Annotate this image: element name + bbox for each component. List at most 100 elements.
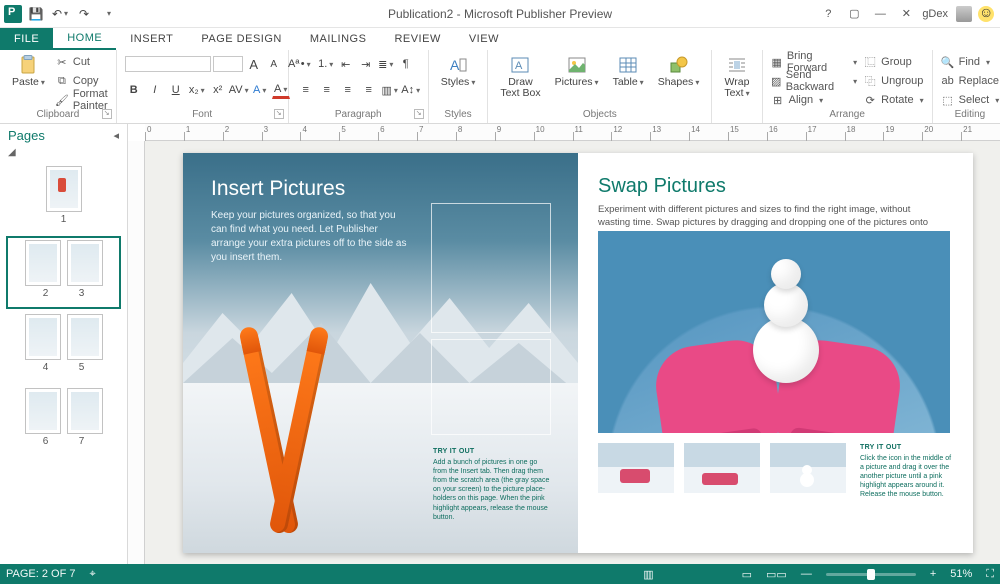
select-label: Select [959, 94, 990, 106]
close-button[interactable]: ✕ [896, 6, 916, 22]
canvas[interactable]: Insert Pictures Keep your pictures organ… [145, 141, 1000, 564]
char-spacing-button[interactable]: AV [230, 81, 248, 99]
justify-button[interactable]: ≡ [360, 81, 378, 99]
ruler-vertical[interactable] [128, 141, 145, 564]
font-family-input[interactable] [125, 56, 211, 72]
format-painter-button[interactable]: 🖌Format Painter [55, 91, 108, 109]
underline-button[interactable]: U [167, 81, 185, 99]
tab-insert[interactable]: INSERT [116, 28, 187, 50]
replace-button[interactable]: abReplace [941, 72, 1000, 90]
picture-placeholder-1[interactable] [431, 203, 551, 333]
align-right-button[interactable]: ≡ [339, 81, 357, 99]
qat-redo-button[interactable]: ↷ [74, 4, 94, 24]
zoom-slider-thumb[interactable] [867, 569, 875, 580]
select-button[interactable]: ⬚Select [941, 91, 1000, 109]
page-thumb-7[interactable] [67, 388, 103, 434]
text-effects-button[interactable]: A [251, 81, 269, 99]
view-single-page-button[interactable]: ▭ [742, 568, 752, 581]
qat-customize-button[interactable] [98, 4, 118, 24]
grow-font-button[interactable]: A [245, 55, 263, 73]
align-left-button[interactable]: ≡ [297, 81, 315, 99]
superscript-button[interactable]: x² [209, 81, 227, 99]
page-thumb-1[interactable] [46, 166, 82, 212]
group-styles: A Styles Styles [429, 50, 489, 123]
page-spread[interactable]: Insert Pictures Keep your pictures organ… [183, 153, 973, 553]
rotate-button[interactable]: ⟳Rotate [863, 91, 923, 109]
tab-page-design[interactable]: PAGE DESIGN [187, 28, 295, 50]
draw-textbox-button[interactable]: ADraw Text Box [496, 53, 544, 101]
minimize-button[interactable]: — [870, 6, 890, 22]
page-indicator[interactable]: PAGE: 2 OF 7 [6, 568, 76, 580]
bring-forward-icon: ▦ [771, 55, 783, 69]
pointer-mode-icon[interactable]: ⌖ [90, 568, 96, 581]
numbering-button[interactable]: 1. [317, 55, 335, 73]
zoom-in-button[interactable]: + [930, 568, 936, 580]
page-thumb-2[interactable] [25, 240, 61, 286]
caret-position-icon[interactable]: ▥ [643, 568, 653, 581]
cut-button[interactable]: ✂Cut [55, 53, 108, 71]
bold-button[interactable]: B [125, 81, 143, 99]
tab-review[interactable]: REVIEW [380, 28, 454, 50]
pages-panel-collapse-button[interactable]: ◂ [113, 129, 119, 142]
columns-button[interactable]: ▥ [381, 81, 399, 99]
ruler-horizontal[interactable]: 012345678910111213141516171819202122 [145, 124, 1000, 141]
align-center-button[interactable]: ≡ [318, 81, 336, 99]
view-two-page-button[interactable]: ▭▭ [766, 568, 787, 581]
increase-indent-button[interactable]: ⇥ [357, 55, 375, 73]
decrease-indent-button[interactable]: ⇤ [337, 55, 355, 73]
clipboard-launcher[interactable]: ↘ [102, 109, 112, 119]
group-label: Group [881, 56, 912, 68]
qat-save-button[interactable]: 💾 [26, 4, 46, 24]
hero-picture[interactable] [598, 231, 950, 433]
feedback-smiley-icon[interactable] [978, 6, 994, 22]
zoom-out-button[interactable]: — [801, 568, 812, 580]
shapes-button[interactable]: Shapes [654, 53, 704, 90]
table-button[interactable]: Table [609, 53, 648, 90]
qat-undo-button[interactable]: ↶ [50, 4, 70, 24]
tab-home[interactable]: HOME [53, 28, 116, 50]
page-left[interactable]: Insert Pictures Keep your pictures organ… [183, 153, 578, 553]
swap-thumb-2[interactable] [684, 443, 760, 493]
swap-thumb-1[interactable] [598, 443, 674, 493]
paste-button[interactable]: Paste [8, 53, 49, 90]
picture-placeholder-2[interactable] [431, 339, 551, 435]
zoom-level-label[interactable]: 51% [950, 568, 972, 580]
app-icon[interactable] [4, 5, 22, 23]
styles-button[interactable]: A Styles [437, 53, 480, 90]
user-avatar[interactable] [956, 6, 972, 22]
page-thumb-6[interactable] [25, 388, 61, 434]
zoom-slider[interactable] [826, 573, 916, 576]
shrink-font-button[interactable]: A [265, 55, 283, 73]
italic-button[interactable]: I [146, 81, 164, 99]
page-thumb-3[interactable] [67, 240, 103, 286]
font-size-input[interactable] [213, 56, 243, 72]
font-launcher[interactable]: ↘ [274, 109, 284, 119]
paragraph-launcher[interactable]: ↘ [414, 109, 424, 119]
wrap-text-button[interactable]: Wrap Text [720, 53, 753, 101]
tab-mailings[interactable]: MAILINGS [296, 28, 381, 50]
help-button[interactable]: ? [818, 6, 838, 22]
ribbon-display-options[interactable]: ▢ [844, 6, 864, 22]
font-color-button[interactable]: A [272, 81, 290, 99]
group-arrange-label: Arrange [829, 109, 865, 120]
ungroup-button[interactable]: ⿻Ungroup [863, 72, 923, 90]
pages-panel-expand-triangle[interactable]: ◢ [0, 147, 127, 158]
page-thumb-4[interactable] [25, 314, 61, 360]
bullets-button[interactable]: • [297, 55, 315, 73]
pictures-button[interactable]: Pictures [551, 53, 603, 90]
replace-icon: ab [941, 74, 955, 88]
page-right[interactable]: Swap Pictures Experiment with different … [578, 153, 973, 553]
send-backward-button[interactable]: ▨Send Backward [771, 72, 858, 90]
align-button[interactable]: ⊞Align [771, 91, 858, 109]
find-button[interactable]: 🔍Find [941, 53, 1000, 71]
text-direction-button[interactable]: A↕ [402, 81, 420, 99]
swap-thumb-3[interactable] [770, 443, 846, 493]
page-thumb-5[interactable] [67, 314, 103, 360]
pilcrow-button[interactable]: ¶ [397, 55, 415, 73]
tab-file[interactable]: FILE [0, 28, 53, 50]
subscript-button[interactable]: x₂ [188, 81, 206, 99]
fit-page-button[interactable]: ⛶ [986, 568, 994, 581]
tab-view[interactable]: VIEW [455, 28, 513, 50]
group-objects-button[interactable]: ⿺Group [863, 53, 923, 71]
line-spacing-button[interactable]: ≣ [377, 55, 395, 73]
